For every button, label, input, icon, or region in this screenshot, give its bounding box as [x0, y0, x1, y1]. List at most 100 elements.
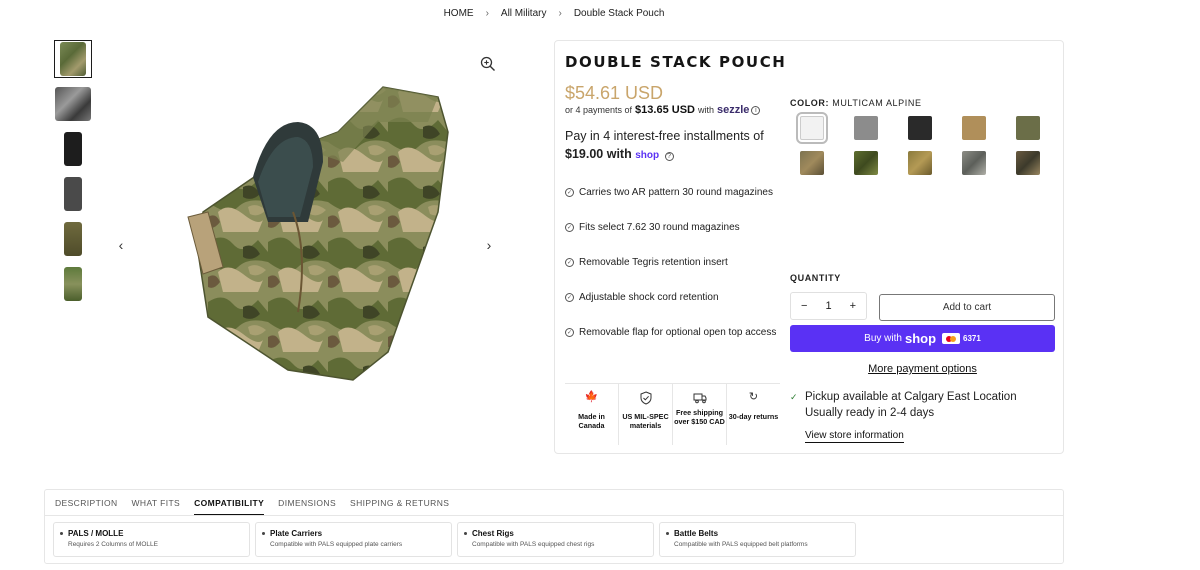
product-tabs: DESCRIPTION WHAT FITS COMPATIBILITY DIME…: [44, 489, 1064, 564]
sezzle-logo: sezzle: [717, 104, 750, 116]
swatch-black[interactable]: [908, 116, 932, 140]
quantity-plus-button[interactable]: +: [850, 300, 856, 312]
swatch-multicam-black[interactable]: [1016, 151, 1040, 175]
help-icon[interactable]: ?: [664, 152, 674, 161]
bullet-icon: [262, 532, 265, 535]
product-thumbnail-image: [64, 132, 82, 166]
shoppay-amount: $19.00: [565, 147, 604, 161]
installments-prefix: or 4 payments of: [565, 105, 633, 115]
thumbnail-2[interactable]: [54, 85, 92, 123]
check-circle-icon: ✓: [565, 223, 574, 232]
product-gallery: ‹ ›: [108, 52, 498, 442]
installments-amount: $13.65 USD: [635, 104, 695, 116]
thumbnail-3[interactable]: [54, 130, 92, 168]
pickup-location: Pickup available at Calgary East Locatio…: [805, 391, 1017, 403]
trust-badges: 🍁 Made in Canada US MIL-SPEC materials F…: [565, 383, 780, 445]
zoom-icon[interactable]: [480, 56, 496, 72]
product-info-panel: DOUBLE STACK POUCH $54.61 USD or 4 payme…: [554, 40, 1064, 454]
swatch-urban-camo[interactable]: [962, 151, 986, 175]
thumbnail-list: [54, 40, 92, 310]
mastercard-icon: [942, 333, 961, 344]
chevron-right-icon: ›: [485, 8, 489, 19]
check-circle-icon: ✓: [565, 188, 574, 197]
breadcrumb-home[interactable]: HOME: [440, 8, 478, 19]
thumbnail-5[interactable]: [54, 220, 92, 258]
quantity-input[interactable]: 1: [825, 300, 831, 312]
installments-with: with: [697, 105, 714, 115]
buy-with-shop-button[interactable]: Buy with shop 6371: [790, 325, 1055, 352]
chevron-right-icon: ›: [558, 8, 562, 19]
breadcrumb: HOME › All Military › Double Stack Pouch: [0, 8, 1108, 19]
swatch-multicam-alpine[interactable]: [796, 112, 828, 144]
product-thumbnail-image: [55, 87, 91, 121]
badge-returns: ↻ 30-day returns: [728, 391, 779, 421]
badge-made-in-canada: 🍁 Made in Canada: [565, 384, 619, 445]
tab-compatibility[interactable]: COMPATIBILITY: [194, 498, 265, 516]
sezzle-installments: or 4 payments of $13.65 USD with sezzle …: [565, 104, 761, 116]
shop-logo: shop: [904, 331, 937, 346]
swatch-multicam[interactable]: [800, 151, 824, 175]
product-price: $54.61 USD: [565, 83, 664, 103]
swatch-ranger-green[interactable]: [1016, 116, 1040, 140]
info-icon[interactable]: i: [751, 105, 761, 115]
tab-description[interactable]: DESCRIPTION: [55, 498, 118, 516]
tab-divider: [45, 515, 1063, 516]
feature-item: ✓ Adjustable shock cord retention: [565, 292, 719, 303]
maple-leaf-icon: 🍁: [584, 391, 599, 403]
bullet-icon: [60, 532, 63, 535]
compat-card: Plate Carriers Compatible with PALS equi…: [255, 522, 452, 557]
previous-image-arrow-icon[interactable]: ‹: [114, 237, 128, 253]
check-icon: ✓: [790, 392, 798, 402]
shop-logo: shop: [635, 150, 660, 161]
view-store-info-link[interactable]: View store information: [805, 430, 904, 443]
product-thumbnail-image: [64, 267, 82, 301]
compat-card: PALS / MOLLE Requires 2 Columns of MOLLE: [53, 522, 250, 557]
truck-icon: [693, 393, 706, 404]
swatch-coyote[interactable]: [962, 116, 986, 140]
feature-item: ✓ Fits select 7.62 30 round magazines: [565, 222, 740, 233]
feature-item: ✓ Removable flap for optional open top ac…: [565, 327, 777, 338]
quantity-stepper: − 1 +: [790, 292, 867, 320]
tab-shipping-returns[interactable]: SHIPPING & RETURNS: [350, 498, 449, 516]
shoppay-with: with: [606, 147, 632, 161]
check-circle-icon: ✓: [565, 258, 574, 267]
check-circle-icon: ✓: [565, 293, 574, 302]
quantity-label: QUANTITY: [790, 273, 841, 283]
thumbnail-1[interactable]: [54, 40, 92, 78]
card-last4: 6371: [963, 334, 981, 343]
more-payment-options-link[interactable]: More payment options: [790, 363, 1055, 375]
feature-item: ✓ Carries two AR pattern 30 round magazin…: [565, 187, 773, 198]
feature-item: ✓ Removable Tegris retention insert: [565, 257, 728, 268]
swatch-multicam-arid[interactable]: [908, 151, 932, 175]
breadcrumb-current: Double Stack Pouch: [573, 8, 665, 19]
shield-check-icon: [640, 391, 651, 405]
product-thumbnail-image: [64, 222, 82, 256]
swatch-grey[interactable]: [854, 116, 878, 140]
add-to-cart-button[interactable]: Add to cart: [879, 294, 1055, 321]
feature-list: ✓ Carries two AR pattern 30 round magazin…: [565, 187, 780, 362]
tab-what-fits[interactable]: WHAT FITS: [132, 498, 181, 516]
tab-list: DESCRIPTION WHAT FITS COMPATIBILITY DIME…: [55, 498, 463, 516]
swatch-multicam-tropic[interactable]: [854, 151, 878, 175]
product-title: DOUBLE STACK POUCH: [565, 53, 787, 71]
refresh-icon: ↻: [748, 391, 759, 403]
product-thumbnail-image: [64, 177, 82, 211]
check-circle-icon: ✓: [565, 328, 574, 337]
product-thumbnail-image: [60, 42, 86, 76]
thumbnail-6[interactable]: [54, 265, 92, 303]
bullet-icon: [666, 532, 669, 535]
badge-free-shipping: Free shipping over $150 CAD: [673, 384, 727, 445]
product-image[interactable]: [148, 52, 458, 382]
badge-mil-spec: US MIL-SPEC materials: [619, 384, 673, 445]
breadcrumb-all-military[interactable]: All Military: [497, 8, 551, 19]
quantity-minus-button[interactable]: −: [801, 300, 807, 312]
shoppay-text: Pay in 4 interest-free installments of: [565, 129, 764, 143]
pickup-ready-time: Usually ready in 2-4 days: [805, 407, 935, 419]
shoppay-installments: Pay in 4 interest-free installments of $…: [565, 127, 765, 165]
color-label: COLOR: MULTICAM ALPINE: [790, 98, 922, 108]
compat-card: Battle Belts Compatible with PALS equipp…: [659, 522, 856, 557]
tab-dimensions[interactable]: DIMENSIONS: [278, 498, 336, 516]
thumbnail-4[interactable]: [54, 175, 92, 213]
next-image-arrow-icon[interactable]: ›: [482, 237, 496, 253]
bullet-icon: [464, 532, 467, 535]
